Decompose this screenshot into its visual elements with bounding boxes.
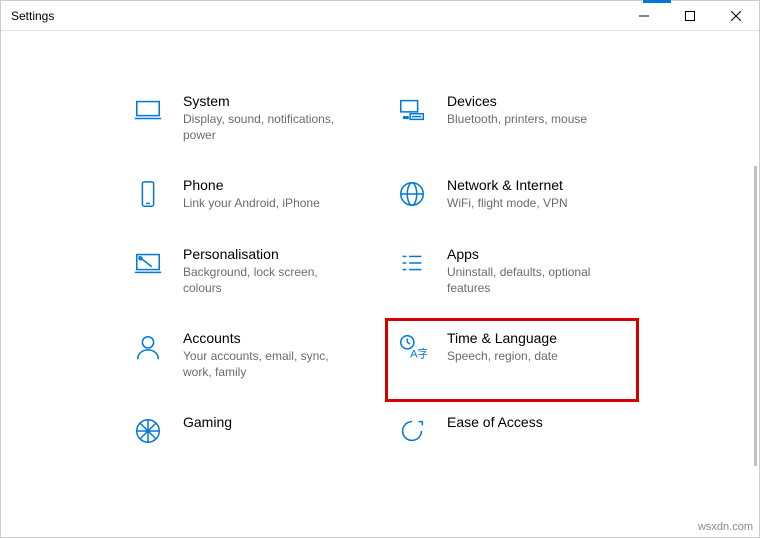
category-title: System (183, 93, 343, 109)
category-title: Apps (447, 246, 607, 262)
category-text: Time & Language Speech, region, date (447, 330, 558, 364)
category-text: Phone Link your Android, iPhone (183, 177, 320, 211)
category-title: Time & Language (447, 330, 558, 346)
category-devices[interactable]: Devices Bluetooth, printers, mouse (385, 81, 639, 165)
gaming-icon (131, 414, 165, 448)
window-controls (621, 1, 759, 30)
category-title: Accounts (183, 330, 343, 346)
minimize-button[interactable] (621, 1, 667, 30)
ease-of-access-icon (395, 414, 429, 448)
close-button[interactable] (713, 1, 759, 30)
titlebar: Settings (1, 1, 759, 31)
accounts-icon (131, 330, 165, 364)
category-text: Network & Internet WiFi, flight mode, VPN (447, 177, 568, 211)
category-desc: Bluetooth, printers, mouse (447, 111, 587, 127)
category-desc: Display, sound, notifications, power (183, 111, 343, 143)
svg-text:A字: A字 (410, 346, 427, 360)
category-text: Personalisation Background, lock screen, … (183, 246, 343, 296)
system-icon (131, 93, 165, 127)
category-desc: Link your Android, iPhone (183, 195, 320, 211)
devices-icon (395, 93, 429, 127)
category-apps[interactable]: Apps Uninstall, defaults, optional featur… (385, 234, 639, 318)
phone-icon (131, 177, 165, 211)
category-desc: WiFi, flight mode, VPN (447, 195, 568, 211)
scrollbar[interactable] (754, 166, 757, 466)
category-desc: Your accounts, email, sync, work, family (183, 348, 343, 380)
category-phone[interactable]: Phone Link your Android, iPhone (121, 165, 375, 233)
category-desc: Speech, region, date (447, 348, 558, 364)
category-text: System Display, sound, notifications, pow… (183, 93, 343, 143)
category-title: Personalisation (183, 246, 343, 262)
category-gaming[interactable]: Gaming (121, 402, 375, 470)
apps-icon (395, 246, 429, 280)
category-time-language[interactable]: A字 Time & Language Speech, region, date (385, 318, 639, 402)
category-text: Devices Bluetooth, printers, mouse (447, 93, 587, 127)
category-title: Ease of Access (447, 414, 543, 430)
settings-home: System Display, sound, notifications, pow… (1, 31, 759, 537)
category-accounts[interactable]: Accounts Your accounts, email, sync, work… (121, 318, 375, 402)
category-text: Ease of Access (447, 414, 543, 432)
watermark: wsxdn.com (698, 521, 753, 533)
category-desc: Uninstall, defaults, optional features (447, 264, 607, 296)
category-personalisation[interactable]: Personalisation Background, lock screen, … (121, 234, 375, 318)
category-network[interactable]: Network & Internet WiFi, flight mode, VPN (385, 165, 639, 233)
category-text: Accounts Your accounts, email, sync, work… (183, 330, 343, 380)
maximize-button[interactable] (667, 1, 713, 30)
window-title: Settings (11, 9, 54, 23)
category-system[interactable]: System Display, sound, notifications, pow… (121, 81, 375, 165)
category-text: Gaming (183, 414, 232, 432)
category-title: Gaming (183, 414, 232, 430)
category-ease-of-access[interactable]: Ease of Access (385, 402, 639, 470)
category-title: Phone (183, 177, 320, 193)
category-title: Devices (447, 93, 587, 109)
category-text: Apps Uninstall, defaults, optional featur… (447, 246, 607, 296)
personalisation-icon (131, 246, 165, 280)
category-title: Network & Internet (447, 177, 568, 193)
network-icon (395, 177, 429, 211)
category-desc: Background, lock screen, colours (183, 264, 343, 296)
time-language-icon: A字 (395, 330, 429, 364)
